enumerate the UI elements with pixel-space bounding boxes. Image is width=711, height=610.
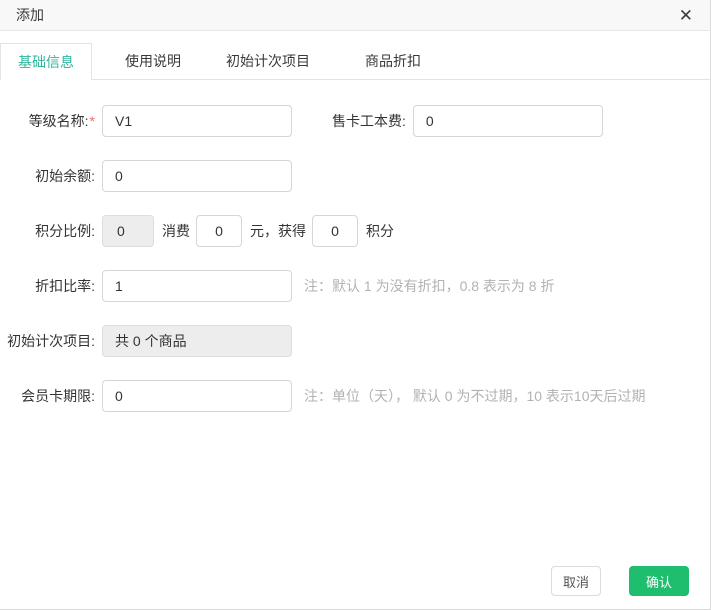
tab-usage-instructions[interactable]: 使用说明: [125, 43, 181, 79]
row-level-name: 等级名称:* 售卡工本费:: [0, 105, 710, 137]
close-icon[interactable]: ✕: [679, 4, 693, 28]
card-duration-label: 会员卡期限:: [21, 388, 95, 404]
row-card-duration: 会员卡期限: 注：单位（天）， 默认 0 为不过期，10 表示10天后过期: [0, 380, 710, 412]
points-ratio-base-input: [102, 215, 154, 247]
row-discount-ratio: 折扣比率: 注：默认 1 为没有折扣，0.8 表示为 8 折: [0, 270, 710, 302]
tab-product-discount[interactable]: 商品折扣: [365, 43, 421, 79]
level-name-input[interactable]: [102, 105, 292, 137]
dialog-footer: 取消 确认: [551, 566, 689, 596]
initial-count-items-input: [102, 325, 292, 357]
yuan-get-label: 元，获得: [250, 223, 306, 239]
confirm-button[interactable]: 确认: [629, 566, 689, 596]
discount-ratio-input[interactable]: [102, 270, 292, 302]
initial-count-items-label: 初始计次项目:: [7, 333, 95, 349]
discount-ratio-label: 折扣比率:: [35, 278, 95, 294]
tab-initial-count-items[interactable]: 初始计次项目: [226, 43, 310, 79]
card-duration-note: 注：单位（天）， 默认 0 为不过期，10 表示10天后过期: [304, 388, 646, 404]
row-initial-balance: 初始余额:: [0, 160, 710, 192]
dialog-header: 添加: [0, 0, 710, 31]
card-duration-input[interactable]: [102, 380, 292, 412]
row-initial-count-items: 初始计次项目:: [0, 325, 710, 357]
gain-points-input[interactable]: [312, 215, 358, 247]
card-fee-label: 售卡工本费:: [332, 113, 406, 129]
dialog-title: 添加: [16, 7, 44, 23]
consume-amount-input[interactable]: [196, 215, 242, 247]
basic-info-form: 等级名称:* 售卡工本费: 初始余额: 积分比例: 消费 元，获得 积分 折扣比…: [0, 80, 710, 412]
points-ratio-label: 积分比例:: [35, 223, 95, 239]
cancel-button[interactable]: 取消: [551, 566, 601, 596]
tab-basic-info[interactable]: 基础信息: [0, 43, 92, 80]
level-name-label: 等级名称:*: [28, 113, 95, 129]
row-points-ratio: 积分比例: 消费 元，获得 积分: [0, 215, 710, 247]
discount-ratio-note: 注：默认 1 为没有折扣，0.8 表示为 8 折: [304, 278, 555, 294]
tab-bar: 基础信息 使用说明 初始计次项目 商品折扣: [0, 43, 710, 80]
consume-label: 消费: [162, 223, 190, 239]
card-fee-input[interactable]: [412, 105, 603, 137]
initial-balance-label: 初始余额:: [35, 168, 95, 184]
points-unit-label: 积分: [366, 223, 394, 239]
required-asterisk: *: [89, 113, 95, 129]
initial-balance-input[interactable]: [102, 160, 292, 192]
add-member-level-dialog: 添加 ✕ 基础信息 使用说明 初始计次项目 商品折扣 等级名称:* 售卡工本费:…: [0, 0, 711, 610]
